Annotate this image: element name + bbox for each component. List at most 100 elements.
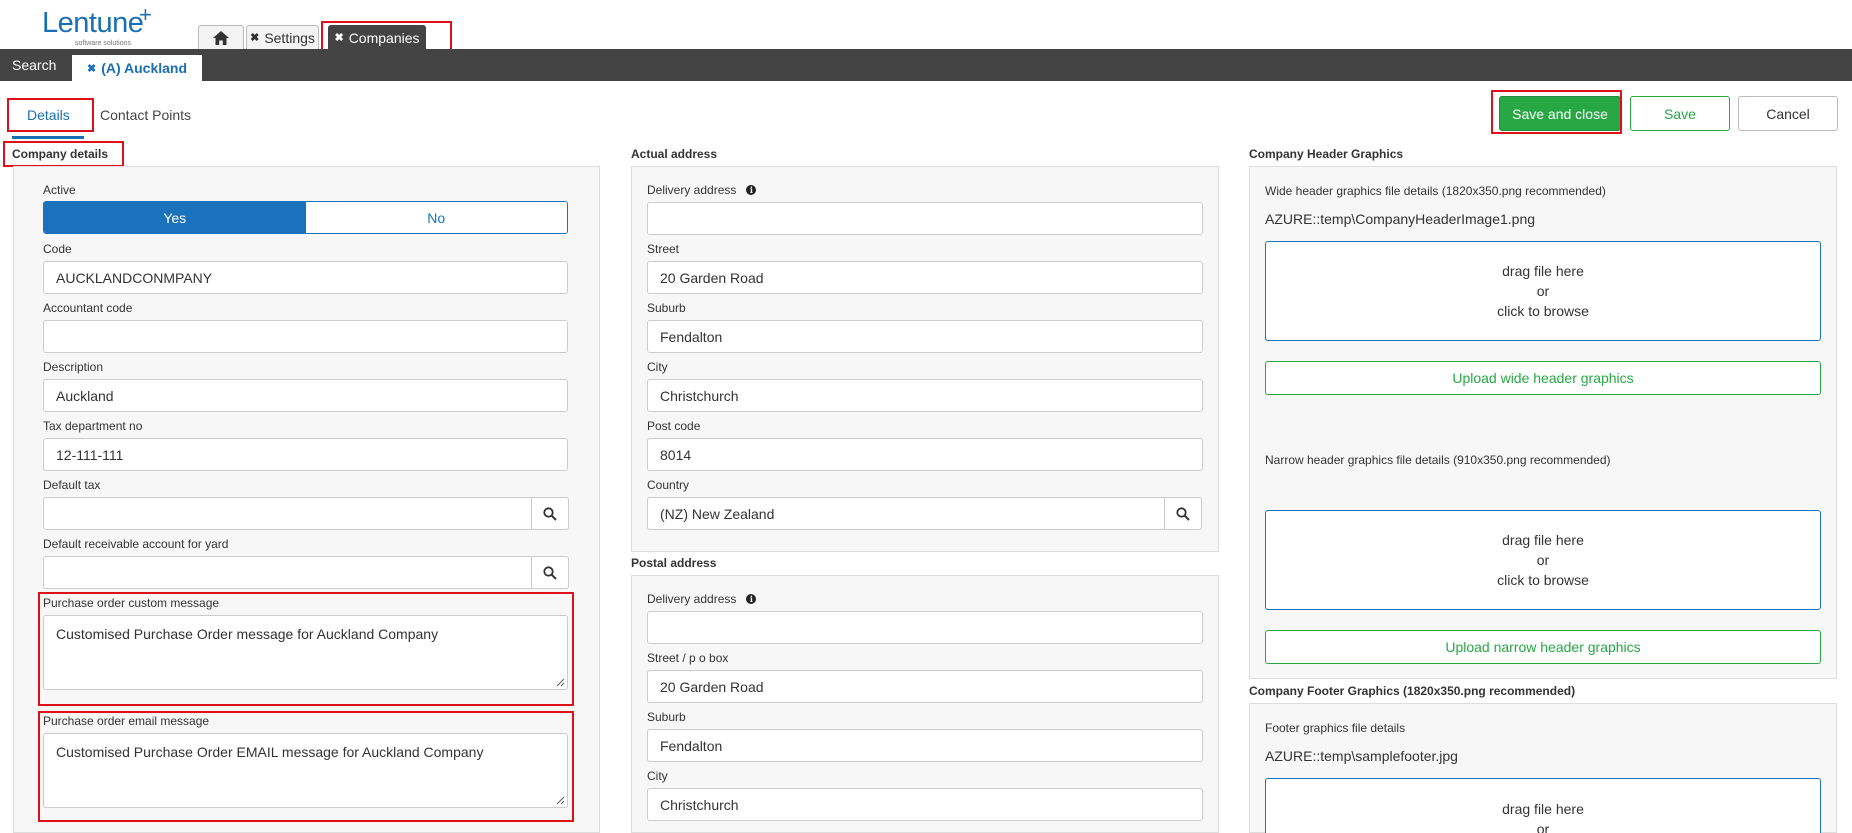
upload-wide-header-button[interactable]: Upload wide header graphics [1265,361,1821,395]
po-custom-message-textarea[interactable]: Customised Purchase Order message for Au… [43,615,568,690]
upload-narrow-header-button[interactable]: Upload narrow header graphics [1265,630,1821,664]
default-tax-label: Default tax [43,478,101,492]
wide-header-hint: Wide header graphics file details (1820x… [1265,184,1606,198]
dropzone-line3: click to browse [1497,572,1589,588]
dropzone-line2: or [1536,821,1550,833]
footer-hint: Footer graphics file details [1265,721,1406,735]
po-email-message-text: Customised Purchase Order EMAIL message … [56,744,484,760]
info-icon[interactable]: i [746,185,757,195]
actual-country-field[interactable]: (NZ) New Zealand [647,497,1165,530]
default-receivable-label: Default receivable account for yard [43,537,229,551]
search-icon [543,565,557,580]
record-tab-auckland[interactable]: ✖ (A) Auckland [72,55,202,81]
lentune-logo: Lentune + software solutions [42,2,152,47]
settings-tab[interactable]: ✖ Settings [246,25,319,49]
dropzone-line3: click to browse [1497,303,1589,319]
postal-address-title: Postal address [631,556,717,570]
footer-filename: AZURE::temp\samplefooter.jpg [1265,748,1458,764]
actual-street-field[interactable]: 20 Garden Road [647,261,1203,294]
code-field[interactable]: AUCKLANDCONMPANY [43,261,568,294]
logo-text: Lentune [42,7,144,39]
wide-header-dropzone[interactable]: drag file here or click to browse [1265,241,1821,341]
narrow-header-hint: Narrow header graphics file details (910… [1265,453,1611,467]
actual-street-label: Street [647,242,680,256]
accountant-code-label: Accountant code [43,301,133,315]
companies-tab-label: Companies [348,29,420,46]
dropzone-line2: or [1536,283,1550,299]
footer-graphics-title: Company Footer Graphics (1820x350.png re… [1249,684,1576,698]
description-field[interactable]: Auckland [43,379,568,412]
close-icon[interactable]: ✖ [250,31,259,44]
tax-department-field[interactable]: 12-111-111 [43,438,568,471]
actual-city-label: City [647,360,668,374]
po-custom-message-text: Customised Purchase Order message for Au… [56,626,439,642]
actual-address-title: Actual address [631,147,718,161]
postal-suburb-field[interactable]: Fendalton [647,729,1203,762]
actual-suburb-field[interactable]: Fendalton [647,320,1203,353]
resize-grip-icon[interactable] [555,677,565,687]
search-icon [543,506,557,521]
po-email-message-textarea[interactable]: Customised Purchase Order EMAIL message … [43,733,568,808]
description-label: Description [43,360,104,374]
home-tab[interactable] [198,25,244,49]
active-label: Active [43,183,76,197]
postal-delivery-field[interactable] [647,611,1203,644]
actual-postcode-label: Post code [647,419,701,433]
default-receivable-field[interactable] [43,556,532,589]
actual-postcode-field[interactable]: 8014 [647,438,1203,471]
postal-delivery-label-text: Delivery address [647,592,737,606]
accountant-code-field[interactable] [43,320,568,353]
info-icon[interactable]: i [746,594,757,604]
postal-city-label: City [647,769,668,783]
country-search-button[interactable] [1164,497,1202,530]
actual-delivery-field[interactable] [647,202,1203,235]
dropzone-line1: drag file here [1502,801,1584,817]
search-icon [1176,506,1190,521]
actual-delivery-label-text: Delivery address [647,183,737,197]
company-details-title: Company details [12,147,109,161]
record-tab-label: (A) Auckland [101,60,188,76]
home-icon [213,30,229,45]
active-no-option[interactable]: No [305,202,567,233]
actual-country-label: Country [647,478,690,492]
settings-tab-label: Settings [264,29,315,46]
companies-tab[interactable]: ✖ Companies [328,25,426,49]
save-and-close-button[interactable]: Save and close [1499,96,1621,131]
resize-grip-icon[interactable] [555,795,565,805]
narrow-header-dropzone[interactable]: drag file here or click to browse [1265,510,1821,610]
postal-suburb-label: Suburb [647,710,686,724]
page: Lentune + software solutions ✖ Settings … [0,0,1852,833]
record-tabs-bar: Search ✖ (A) Auckland [0,49,1852,81]
postal-city-field[interactable]: Christchurch [647,788,1203,821]
code-label: Code [43,242,72,256]
default-tax-field[interactable] [43,497,532,530]
logo-plus: + [139,2,152,27]
tab-contact-points[interactable]: Contact Points [100,107,191,123]
dropzone-line1: drag file here [1502,263,1584,279]
logo-tagline: software solutions [75,40,132,47]
actual-suburb-label: Suburb [647,301,686,315]
default-tax-search-button[interactable] [531,497,569,530]
actual-delivery-label: Delivery address i [647,183,757,197]
postal-delivery-label: Delivery address i [647,592,757,606]
postal-street-field[interactable]: 20 Garden Road [647,670,1203,703]
active-toggle[interactable]: Yes No [43,201,568,234]
dropzone-line2: or [1536,552,1550,568]
cancel-button[interactable]: Cancel [1738,96,1838,131]
close-icon[interactable]: ✖ [334,31,343,44]
actual-city-field[interactable]: Christchurch [647,379,1203,412]
footer-dropzone[interactable]: drag file here or [1265,778,1821,833]
search-link[interactable]: Search [12,57,56,73]
save-button[interactable]: Save [1630,96,1730,131]
po-custom-message-label: Purchase order custom message [43,596,220,610]
tax-department-label: Tax department no [43,419,143,433]
wide-header-filename: AZURE::temp\CompanyHeaderImage1.png [1265,211,1536,227]
header-graphics-title: Company Header Graphics [1249,147,1404,161]
active-yes-option[interactable]: Yes [44,202,306,233]
tab-details[interactable]: Details [27,107,70,123]
dropzone-line1: drag file here [1502,532,1584,548]
default-receivable-search-button[interactable] [531,556,569,589]
po-email-message-label: Purchase order email message [43,714,210,728]
close-icon[interactable]: ✖ [87,62,96,75]
tab-details-underline [12,136,84,139]
